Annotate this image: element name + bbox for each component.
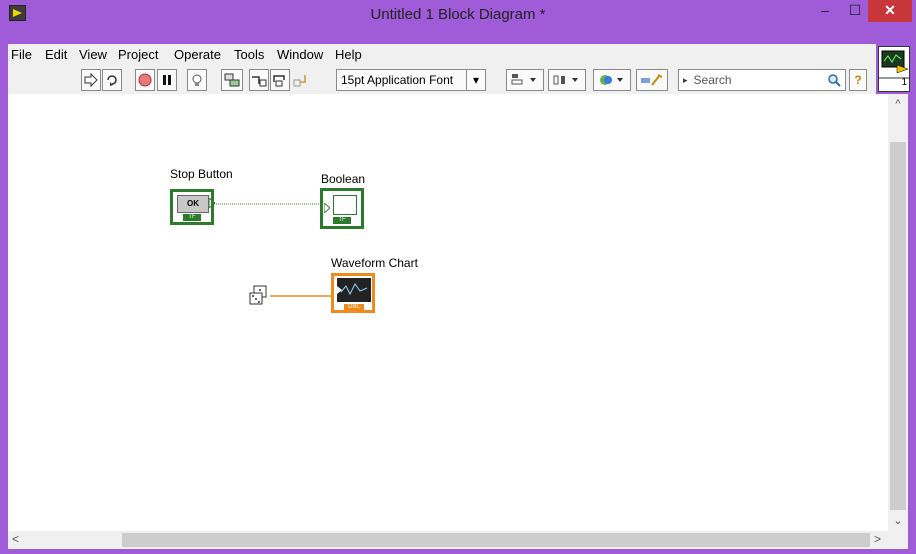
chart-glyph-icon bbox=[337, 278, 371, 302]
abort-button[interactable] bbox=[135, 69, 155, 91]
close-button[interactable]: ✕ bbox=[868, 0, 912, 22]
retain-values-icon bbox=[224, 73, 240, 87]
boolean-label[interactable]: Boolean bbox=[321, 172, 365, 186]
menu-view[interactable]: View bbox=[79, 47, 107, 62]
menu-help[interactable]: Help bbox=[335, 47, 362, 62]
step-over-button[interactable] bbox=[270, 69, 290, 91]
run-button[interactable] bbox=[81, 69, 101, 91]
random-number-dice-icon[interactable] bbox=[248, 284, 270, 306]
clean-up-icon bbox=[641, 74, 663, 86]
help-button[interactable]: ? bbox=[849, 69, 867, 91]
reorder-button[interactable] bbox=[593, 69, 631, 91]
menu-project[interactable]: Project bbox=[118, 47, 158, 62]
menu-window[interactable]: Window bbox=[277, 47, 323, 62]
run-arrow-icon bbox=[84, 73, 98, 87]
font-select[interactable]: 15pt Application Font ▾ bbox=[336, 69, 486, 91]
waveform-chart-label[interactable]: Waveform Chart bbox=[331, 256, 418, 270]
menu-tools[interactable]: Tools bbox=[234, 47, 264, 62]
step-into-icon bbox=[252, 76, 267, 87]
step-out-icon bbox=[293, 75, 306, 87]
chevron-down-icon: ▾ bbox=[466, 70, 485, 90]
scroll-left-arrow[interactable]: < bbox=[12, 532, 19, 546]
led-indicator-glyph bbox=[333, 195, 357, 215]
vi-icon-pane[interactable]: 1 bbox=[878, 46, 910, 92]
search-icon[interactable] bbox=[827, 73, 841, 87]
dbl-type-badge: DBL bbox=[344, 304, 364, 310]
window-title: Untitled 1 Block Diagram * bbox=[370, 6, 546, 23]
scroll-down-arrow[interactable]: ⌄ bbox=[888, 514, 908, 527]
input-arrow-icon bbox=[324, 203, 330, 213]
toolbar: 15pt Application Font ▾ ▸ Search ? bbox=[8, 66, 876, 94]
align-objects-button[interactable] bbox=[506, 69, 544, 91]
search-arrow-icon: ▸ bbox=[683, 74, 688, 85]
block-diagram-canvas[interactable]: Stop Button OK TF Boolean TF Waveform Ch… bbox=[8, 94, 888, 531]
search-placeholder: Search bbox=[693, 73, 732, 87]
scroll-right-arrow[interactable]: > bbox=[874, 532, 881, 546]
vertical-scrollbar[interactable]: ^ ⌄ bbox=[888, 94, 908, 531]
scroll-up-arrow[interactable]: ^ bbox=[888, 98, 908, 110]
output-arrow-icon bbox=[209, 198, 215, 208]
clean-up-diagram-button[interactable] bbox=[636, 69, 668, 91]
tf-type-badge: TF bbox=[333, 217, 351, 224]
title-bar[interactable]: Untitled 1 Block Diagram * – ☐ ✕ bbox=[0, 0, 916, 27]
step-out-button[interactable] bbox=[291, 69, 311, 91]
boolean-indicator-terminal[interactable]: TF bbox=[320, 188, 364, 229]
minimize-button[interactable]: – bbox=[812, 0, 838, 22]
run-continuously-button[interactable] bbox=[102, 69, 122, 91]
run-continuously-icon bbox=[107, 75, 117, 86]
horizontal-scroll-thumb[interactable] bbox=[122, 533, 870, 547]
vertical-scroll-thumb[interactable] bbox=[890, 142, 906, 510]
reorder-icon bbox=[600, 75, 623, 85]
lightbulb-icon bbox=[192, 74, 202, 86]
highlight-execution-button[interactable] bbox=[187, 69, 207, 91]
menu-file[interactable]: File bbox=[11, 47, 32, 62]
connector-pane-number: 1 bbox=[901, 77, 907, 88]
menu-bar: File Edit View Project Operate Tools Win… bbox=[8, 44, 876, 66]
horizontal-scrollbar[interactable]: < > bbox=[8, 531, 888, 549]
maximize-button[interactable]: ☐ bbox=[842, 0, 868, 22]
waveform-chart-terminal[interactable]: DBL bbox=[331, 273, 375, 313]
step-into-button[interactable] bbox=[249, 69, 269, 91]
ok-button-glyph: OK bbox=[177, 195, 209, 213]
wires-layer bbox=[212, 203, 334, 297]
distribute-objects-button[interactable] bbox=[548, 69, 586, 91]
pause-button[interactable] bbox=[157, 69, 177, 91]
distribute-objects-icon bbox=[553, 75, 578, 85]
tf-type-badge: TF bbox=[183, 214, 201, 221]
font-select-label: 15pt Application Font bbox=[341, 73, 454, 87]
labview-window: Untitled 1 Block Diagram * – ☐ ✕ File Ed… bbox=[0, 0, 916, 554]
step-over-icon bbox=[273, 75, 285, 87]
resize-grip[interactable] bbox=[888, 531, 908, 549]
abort-icon bbox=[138, 73, 152, 87]
align-objects-icon bbox=[511, 74, 536, 85]
menu-edit[interactable]: Edit bbox=[45, 47, 67, 62]
stop-button-label[interactable]: Stop Button bbox=[170, 167, 233, 181]
retain-wire-values-button[interactable] bbox=[221, 69, 243, 91]
pause-icon bbox=[163, 75, 171, 85]
search-input[interactable]: ▸ Search bbox=[678, 69, 846, 91]
menu-operate[interactable]: Operate bbox=[174, 47, 221, 62]
stop-button-terminal[interactable]: OK TF bbox=[170, 189, 215, 225]
